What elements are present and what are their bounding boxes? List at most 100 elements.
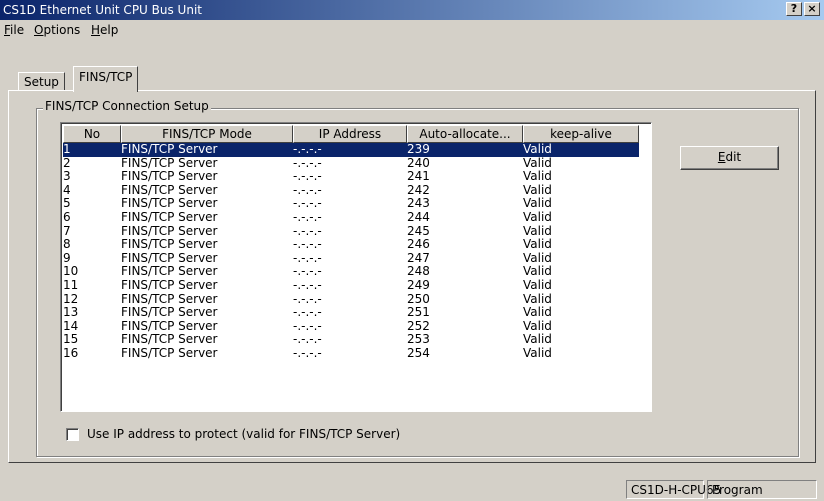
cell-ip: -.-.-.- [293, 223, 322, 238]
help-button[interactable]: ? [786, 2, 802, 16]
status-mode: Program [707, 480, 817, 499]
cell-no: 13 [63, 305, 79, 320]
cell-no: 3 [63, 169, 71, 184]
table-row[interactable]: 9 FINS/TCP Server -.-.-.- 247 Valid [63, 250, 651, 266]
cell-no: 4 [63, 182, 71, 197]
cell-auto-allocate: 242 [407, 182, 430, 197]
cell-mode: FINS/TCP Server [121, 223, 218, 238]
cell-mode: FINS/TCP Server [121, 332, 218, 347]
table-row[interactable]: 6 FINS/TCP Server -.-.-.- 244 Valid [63, 209, 651, 225]
table-row[interactable]: 16 FINS/TCP Server -.-.-.- 254 Valid [63, 345, 651, 361]
cell-auto-allocate: 253 [407, 332, 430, 347]
cell-auto-allocate: 247 [407, 250, 430, 265]
table-row[interactable]: 15 FINS/TCP Server -.-.-.- 253 Valid [63, 333, 651, 347]
connection-list[interactable]: No FINS/TCP Mode IP Address Auto-allocat… [60, 122, 652, 412]
table-row[interactable]: 7 FINS/TCP Server -.-.-.- 245 Valid [63, 223, 651, 239]
cell-keep-alive: Valid [523, 318, 552, 333]
cell-keep-alive: Valid [523, 277, 552, 292]
cell-mode: FINS/TCP Server [121, 169, 218, 184]
cell-no: 1 [63, 142, 71, 156]
cell-ip: -.-.-.- [293, 209, 322, 224]
table-row[interactable]: 4 FINS/TCP Server -.-.-.- 242 Valid [63, 182, 651, 198]
cell-keep-alive: Valid [523, 155, 552, 170]
cell-ip: -.-.-.- [293, 182, 322, 197]
cell-keep-alive: Valid [523, 291, 552, 306]
group-label: FINS/TCP Connection Setup [43, 99, 211, 113]
cell-ip: -.-.-.- [293, 250, 322, 265]
cell-auto-allocate: 248 [407, 264, 430, 279]
cell-keep-alive: Valid [523, 305, 552, 320]
cell-no: 16 [63, 345, 79, 360]
cell-no: 15 [63, 332, 79, 347]
cell-ip: -.-.-.- [293, 291, 322, 306]
cell-keep-alive: Valid [523, 182, 552, 197]
table-row[interactable]: 5 FINS/TCP Server -.-.-.- 243 Valid [63, 197, 651, 211]
cell-auto-allocate: 252 [407, 318, 430, 333]
tab-setup[interactable]: Setup [18, 72, 65, 90]
menu-file[interactable]: File [4, 23, 24, 37]
cell-ip: -.-.-.- [293, 277, 322, 292]
menu-options[interactable]: Options [34, 23, 80, 37]
cell-ip: -.-.-.- [293, 196, 322, 211]
cell-mode: FINS/TCP Server [121, 196, 218, 211]
cell-auto-allocate: 249 [407, 277, 430, 292]
column-header-auto-allocate[interactable]: Auto-allocate... [407, 125, 523, 143]
cell-no: 8 [63, 237, 71, 252]
cell-ip: -.-.-.- [293, 264, 322, 279]
cell-ip: -.-.-.- [293, 155, 322, 170]
table-row[interactable]: 2 FINS/TCP Server -.-.-.- 240 Valid [63, 155, 651, 171]
cell-mode: FINS/TCP Server [121, 250, 218, 265]
table-row[interactable]: 8 FINS/TCP Server -.-.-.- 246 Valid [63, 238, 651, 252]
status-bar: CS1D-H-CPU65 Program [0, 477, 824, 501]
cell-auto-allocate: 250 [407, 291, 430, 306]
window-title: CS1D Ethernet Unit CPU Bus Unit [3, 3, 202, 17]
cell-ip: -.-.-.- [293, 142, 322, 156]
cell-auto-allocate: 245 [407, 223, 430, 238]
tab-fins-tcp[interactable]: FINS/TCP [73, 66, 139, 92]
cell-no: 7 [63, 223, 71, 238]
table-row[interactable]: 1 FINS/TCP Server -.-.-.- 239 Valid [63, 143, 639, 157]
cell-mode: FINS/TCP Server [121, 209, 218, 224]
cell-keep-alive: Valid [523, 209, 552, 224]
cell-auto-allocate: 254 [407, 345, 430, 360]
cell-keep-alive: Valid [523, 264, 552, 279]
menu-help[interactable]: Help [91, 23, 118, 37]
cell-ip: -.-.-.- [293, 305, 322, 320]
cell-keep-alive: Valid [523, 169, 552, 184]
menu-bar: File Options Help [0, 20, 824, 40]
cell-keep-alive: Valid [523, 237, 552, 252]
close-button[interactable]: × [804, 2, 820, 16]
column-header-mode[interactable]: FINS/TCP Mode [121, 125, 293, 143]
title-bar: CS1D Ethernet Unit CPU Bus Unit ? × [0, 0, 824, 20]
cell-no: 5 [63, 196, 71, 211]
cell-keep-alive: Valid [523, 196, 552, 211]
cell-auto-allocate: 239 [407, 142, 430, 156]
cell-keep-alive: Valid [523, 332, 552, 347]
cell-no: 6 [63, 209, 71, 224]
status-cpu: CS1D-H-CPU65 [626, 480, 721, 499]
column-header-keep-alive[interactable]: keep-alive [523, 125, 639, 143]
edit-button[interactable]: Edit [680, 146, 779, 170]
list-header: No FINS/TCP Mode IP Address Auto-allocat… [63, 125, 651, 143]
cell-keep-alive: Valid [523, 345, 552, 360]
table-row[interactable]: 13 FINS/TCP Server -.-.-.- 251 Valid [63, 306, 651, 320]
cell-ip: -.-.-.- [293, 332, 322, 347]
table-row[interactable]: 12 FINS/TCP Server -.-.-.- 250 Valid [63, 291, 651, 307]
cell-no: 12 [63, 291, 79, 306]
table-row[interactable]: 3 FINS/TCP Server -.-.-.- 241 Valid [63, 170, 651, 184]
cell-mode: FINS/TCP Server [121, 264, 218, 279]
cell-auto-allocate: 241 [407, 169, 430, 184]
list-rows: 1 FINS/TCP Server -.-.-.- 239 Valid 2 FINS/TCP… [63, 143, 651, 361]
column-header-no[interactable]: No [63, 125, 121, 143]
cell-auto-allocate: 251 [407, 305, 430, 320]
protect-checkbox-label: Use IP address to protect (valid for FIN… [87, 427, 401, 441]
cell-mode: FINS/TCP Server [121, 182, 218, 197]
protect-checkbox[interactable] [66, 428, 79, 441]
table-row[interactable]: 11 FINS/TCP Server -.-.-.- 249 Valid [63, 277, 651, 293]
cell-auto-allocate: 244 [407, 209, 430, 224]
column-header-ip[interactable]: IP Address [293, 125, 407, 143]
table-row[interactable]: 14 FINS/TCP Server -.-.-.- 252 Valid [63, 318, 651, 334]
cell-mode: FINS/TCP Server [121, 237, 218, 252]
cell-mode: FINS/TCP Server [121, 142, 218, 156]
table-row[interactable]: 10 FINS/TCP Server -.-.-.- 248 Valid [63, 265, 651, 279]
